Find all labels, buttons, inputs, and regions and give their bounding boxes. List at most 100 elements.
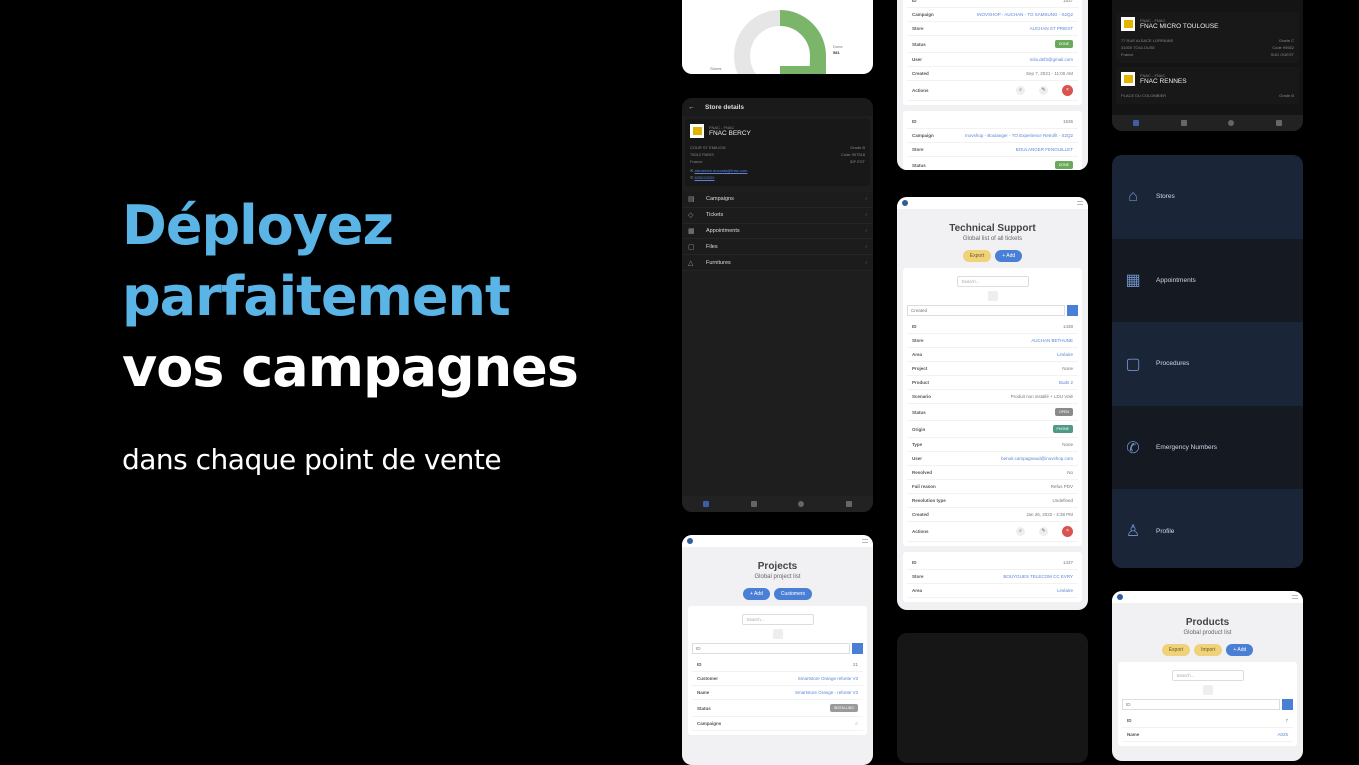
nav-calendar-icon[interactable] xyxy=(1180,120,1187,126)
donut-done-value: 581 xyxy=(833,50,840,55)
view-button[interactable]: ⌕ xyxy=(1016,527,1025,536)
row-value[interactable]: Linéaire xyxy=(1057,352,1073,357)
row-value[interactable]: BOULANGER FENOUILLET xyxy=(1016,147,1073,152)
search-input[interactable]: Search... xyxy=(956,276,1029,287)
store-menu-item-files[interactable]: ▢ Files › xyxy=(682,239,873,256)
menu-item-emergency-numbers[interactable]: ✆ Emergency Numbers xyxy=(1112,405,1303,490)
row-value: Undefined xyxy=(1052,498,1073,503)
menu-item-appointments[interactable]: ▦ Appointments xyxy=(1112,238,1303,323)
row-value[interactable]: ncla.def3@gmail.com xyxy=(1030,57,1073,62)
row-value[interactable]: Inovshop - Boulanger - TO Experience Ret… xyxy=(965,133,1073,138)
store-phone-link[interactable]: 825020020 xyxy=(694,175,714,180)
detail-row: Customer Smartstore Orange refonte V3 xyxy=(692,672,863,686)
files-icon: ▢ xyxy=(688,243,695,251)
sort-select[interactable]: ID xyxy=(692,643,850,654)
sort-direction-button[interactable] xyxy=(1282,699,1293,710)
row-value[interactable]: A025 xyxy=(1277,732,1288,737)
menu-item-stores[interactable]: ⌂ Stores xyxy=(1112,155,1303,239)
view-button[interactable]: ⌕ xyxy=(1016,86,1025,95)
row-value[interactable]: Smartstore Orange - refonte V3 xyxy=(795,690,858,695)
detail-row: Created Sep 7, 2021 - 11:00 AM xyxy=(907,67,1078,81)
store-menu-item-tickets[interactable]: ◇ Tickets › xyxy=(682,208,873,224)
row-value[interactable]: Buds 2 xyxy=(1059,380,1073,385)
menu-item-label: Appointments xyxy=(706,227,740,234)
import-button[interactable]: Import xyxy=(1194,644,1223,656)
row-label: Status xyxy=(912,409,926,415)
add-button[interactable]: + Add xyxy=(995,250,1023,262)
row-value[interactable]: INOVSHOP - AUCHAN - TO SAMSUNG - S2Q2 xyxy=(977,12,1073,17)
stores-icon: ⌂ xyxy=(1128,187,1138,205)
row-value[interactable]: AUCHAN ST PRIEST xyxy=(1030,26,1073,31)
store-menu-item-furnitures[interactable]: △ Furnitures › xyxy=(682,255,873,271)
menu-item-procedures[interactable]: ▢ Procedures xyxy=(1112,322,1303,406)
phone-dashboard-chart: Done 581 Stores xyxy=(682,0,873,74)
edit-button[interactable]: ✎ xyxy=(1039,527,1048,536)
grid-toggle-icon[interactable] xyxy=(772,629,783,639)
store-email-link[interactable]: alexandre.ducosta@fnac.com xyxy=(694,168,747,173)
row-value[interactable]: Linéaire xyxy=(1057,588,1073,593)
row-value[interactable]: BOUYGUES TELECOM CC EVRY xyxy=(1003,574,1073,579)
nav-profile-icon[interactable] xyxy=(846,501,853,507)
add-button[interactable]: + Add xyxy=(742,588,770,600)
row-label: Area xyxy=(912,352,923,357)
page-title: Projects xyxy=(757,561,798,572)
export-button[interactable]: Export xyxy=(962,250,992,262)
menu-item-profile[interactable]: ♙ Profile xyxy=(1112,489,1303,568)
fnac-logo xyxy=(690,124,704,138)
detail-row: Type None xyxy=(907,438,1078,452)
detail-row: Campaign INOVSHOP - AUCHAN - TO SAMSUNG -… xyxy=(907,8,1078,22)
sort-direction-button[interactable] xyxy=(1067,305,1078,316)
row-label: ID xyxy=(697,662,702,667)
address-line: COUR ST EMILION xyxy=(690,145,726,150)
search-input[interactable]: Search... xyxy=(1171,670,1244,681)
row-actions: ⌕ ✎ × xyxy=(1016,526,1073,537)
donut-chart xyxy=(734,10,826,74)
grid-toggle-icon[interactable] xyxy=(1202,685,1213,695)
store-menu-item-campaigns[interactable]: ▤ Campaigns › xyxy=(682,192,873,208)
app-logo xyxy=(687,538,693,544)
grid-toggle-icon[interactable] xyxy=(987,291,998,301)
nav-settings-icon[interactable] xyxy=(798,501,805,507)
sort-select[interactable]: ID xyxy=(1122,699,1280,710)
row-value[interactable]: benoit.campagnaud@inovshop.com xyxy=(1001,456,1073,461)
detail-row: Campaigns ○ xyxy=(692,717,863,731)
edit-button[interactable]: ✎ xyxy=(1039,86,1048,95)
donut-other-label: Stores xyxy=(710,66,722,71)
hamburger-menu-icon[interactable] xyxy=(1077,201,1083,205)
nav-settings-icon[interactable] xyxy=(1228,120,1235,126)
store-card[interactable]: FNAC - FNAC FNAC RENNES PLACE DU COLOMBIE… xyxy=(1116,67,1299,104)
row-label: Store xyxy=(912,147,924,152)
phone-projects: Projects Global project list + Add Custom… xyxy=(682,535,873,765)
row-value[interactable]: AUCHAN BETHUNE xyxy=(1031,338,1073,343)
nav-stores-icon[interactable] xyxy=(1132,120,1139,126)
sort-select[interactable]: Created xyxy=(907,305,1065,316)
store-card[interactable]: FNAC - FNAC FNAC MICRO TOULOUSE 77 RUE AL… xyxy=(1116,12,1299,63)
delete-button[interactable]: × xyxy=(1062,526,1073,537)
detail-row: Actions ⌕ ✎ × xyxy=(907,81,1078,101)
row-value[interactable]: Smartstore Orange refonte V3 xyxy=(798,676,858,681)
export-button[interactable]: Export xyxy=(1161,644,1191,656)
delete-button[interactable]: × xyxy=(1062,85,1073,96)
menu-item-label: Emergency Numbers xyxy=(1156,444,1218,452)
detail-row: Actions ⌕ ✎ × xyxy=(907,522,1078,542)
nav-stores-icon[interactable] xyxy=(702,501,709,507)
row-label: Resolved xyxy=(912,470,933,475)
nav-profile-icon[interactable] xyxy=(1276,120,1283,126)
hamburger-menu-icon[interactable] xyxy=(1292,595,1298,599)
store-menu-item-appointments[interactable]: ▦ Appointments › xyxy=(682,224,873,240)
chevron-right-icon: › xyxy=(865,196,867,203)
detail-row: Status DONE xyxy=(907,36,1078,53)
search-input[interactable]: Search... xyxy=(741,614,814,625)
customers-button[interactable]: Customers xyxy=(773,588,813,600)
hamburger-menu-icon[interactable] xyxy=(862,539,868,543)
detail-row: Status INSTALLING xyxy=(692,700,863,717)
row-label: Customer xyxy=(697,676,719,681)
app-logo xyxy=(902,200,908,206)
store-details-header: ← Store details xyxy=(682,98,873,116)
sort-direction-button[interactable] xyxy=(852,643,863,654)
status-badge: DONE xyxy=(1054,40,1073,48)
nav-calendar-icon[interactable] xyxy=(750,501,757,507)
row-label: ID xyxy=(912,324,917,329)
back-arrow-icon[interactable]: ← xyxy=(688,104,695,111)
add-button[interactable]: + Add xyxy=(1226,644,1254,656)
